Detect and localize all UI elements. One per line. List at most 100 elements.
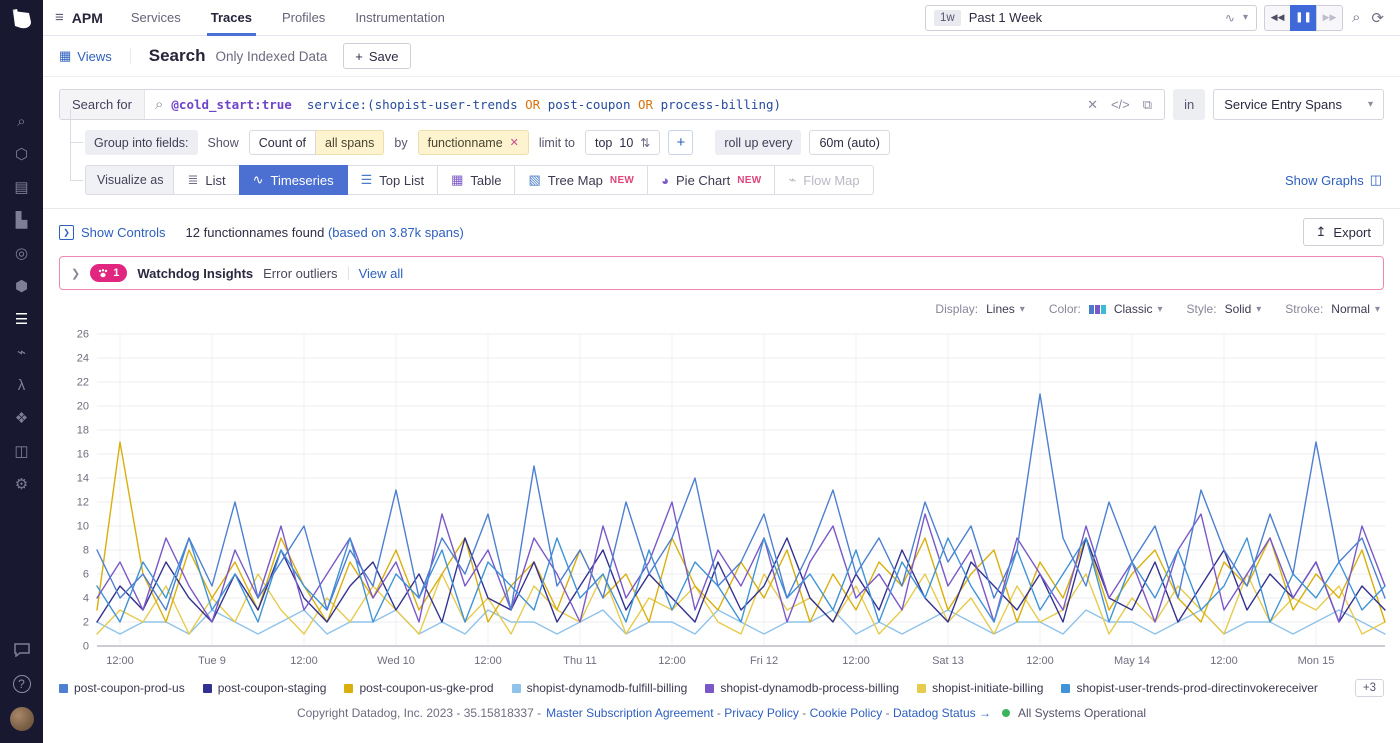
serverless-icon[interactable]: λ bbox=[9, 374, 35, 396]
footer-links: Master Subscription Agreement - Privacy … bbox=[546, 706, 991, 720]
svg-text:12:00: 12:00 bbox=[1210, 655, 1238, 667]
footer-link[interactable]: Master Subscription Agreement bbox=[546, 706, 713, 720]
tab-profiles[interactable]: Profiles bbox=[282, 0, 325, 36]
dashboards-icon[interactable]: ◫ bbox=[9, 440, 35, 462]
search-query-text[interactable]: @cold_start:true service:(shopist-user-t… bbox=[171, 97, 1087, 112]
show-graphs-toggle[interactable]: Show Graphs ◫ bbox=[1285, 172, 1382, 188]
svg-text:14: 14 bbox=[77, 473, 89, 485]
tab-services[interactable]: Services bbox=[131, 0, 181, 36]
watchdog-count-badge: 1 bbox=[90, 264, 127, 282]
metrics-icon[interactable]: ▙ bbox=[9, 209, 35, 231]
watchdog-insights-banner[interactable]: ❯ 1 Watchdog Insights Error outliers Vie… bbox=[59, 256, 1384, 290]
svg-text:May 14: May 14 bbox=[1114, 655, 1150, 667]
viz-option-timeseries[interactable]: ∿Timeseries bbox=[239, 165, 348, 195]
clear-icon[interactable]: ✕ bbox=[1087, 97, 1098, 113]
network-icon[interactable]: ⌁ bbox=[9, 341, 35, 363]
app-root: ⌕⬡▤▙◎⬢☰⌁λ❖◫⚙ ? ≡ APM ServicesTracesProfi… bbox=[0, 0, 1400, 743]
viz-option-label: Table bbox=[470, 173, 501, 188]
timeseries-chart[interactable]: 12:00Tue 912:00Wed 1012:00Thu 1112:00Fri… bbox=[43, 316, 1400, 677]
forward-button[interactable]: ▶▶ bbox=[1316, 5, 1343, 31]
show-controls-button[interactable]: ❯ Show Controls bbox=[59, 225, 166, 240]
chat-icon[interactable] bbox=[9, 639, 35, 661]
synthetics-icon[interactable]: ❖ bbox=[9, 407, 35, 429]
footer-link[interactable]: Datadog Status → bbox=[893, 706, 991, 720]
user-avatar[interactable] bbox=[10, 707, 34, 731]
viz-option-table[interactable]: ▦Table bbox=[437, 165, 515, 195]
integrations-icon[interactable]: ⚙ bbox=[9, 473, 35, 495]
legend-more-chip[interactable]: +3 bbox=[1355, 679, 1384, 697]
search-input[interactable]: Search for ⌕ @cold_start:true service:(s… bbox=[59, 89, 1165, 120]
playback-controls: ◀◀ ❚❚ ▶▶ bbox=[1264, 5, 1343, 31]
sort-icon[interactable]: ⇅ bbox=[640, 136, 650, 150]
search-icon[interactable]: ⌕ bbox=[9, 110, 35, 132]
facet-chip[interactable]: functionname ✕ bbox=[418, 130, 529, 155]
scope-select[interactable]: Service Entry Spans ▾ bbox=[1213, 89, 1384, 120]
refresh-icon[interactable]: ⟳ bbox=[1369, 9, 1386, 27]
time-range-picker[interactable]: 1w Past 1 Week ∿ ▾ bbox=[925, 5, 1257, 31]
viz-option-label: Tree Map bbox=[548, 173, 603, 188]
rollup-value-chip[interactable]: 60m (auto) bbox=[809, 130, 889, 155]
legend-item[interactable]: post-coupon-prod-us bbox=[59, 681, 185, 695]
legend-item[interactable]: shopist-dynamodb-fulfill-billing bbox=[512, 681, 688, 695]
save-button[interactable]: + Save bbox=[343, 43, 410, 69]
legend-item[interactable]: post-coupon-staging bbox=[203, 681, 327, 695]
svg-text:Sat 13: Sat 13 bbox=[932, 655, 964, 667]
svg-text:12: 12 bbox=[77, 497, 89, 509]
datadog-logo[interactable] bbox=[0, 0, 43, 40]
stroke-select[interactable]: Normal ▾ bbox=[1331, 302, 1380, 316]
display-select[interactable]: Lines ▾ bbox=[986, 302, 1025, 316]
legend-swatch bbox=[1061, 684, 1070, 693]
remove-facet-icon[interactable]: ✕ bbox=[510, 136, 519, 149]
viz-option-label: Top List bbox=[379, 173, 424, 188]
limit-control[interactable]: top 10 ⇅ bbox=[585, 130, 660, 155]
results-span-link[interactable]: (based on 3.87k spans) bbox=[328, 225, 464, 240]
chevron-right-icon[interactable]: ❯ bbox=[71, 267, 80, 280]
legend-item[interactable]: post-coupon-us-gke-prod bbox=[344, 681, 493, 695]
watchdog-icon[interactable]: ◎ bbox=[9, 242, 35, 264]
watchdog-view-all-link[interactable]: View all bbox=[359, 266, 404, 281]
add-query-button[interactable]: + bbox=[668, 130, 693, 155]
legend-item[interactable]: shopist-dynamodb-process-billing bbox=[705, 681, 899, 695]
legend-label: shopist-initiate-billing bbox=[932, 681, 1043, 695]
results-count: 12 functionnames found bbox=[186, 225, 328, 240]
rewind-button[interactable]: ◀◀ bbox=[1264, 5, 1291, 31]
security-icon[interactable]: ⬢ bbox=[9, 275, 35, 297]
logs-icon[interactable]: ▤ bbox=[9, 176, 35, 198]
topnav-controls: 1w Past 1 Week ∿ ▾ ◀◀ ❚❚ ▶▶ ⌕ ⟳ bbox=[925, 5, 1386, 31]
footer-link[interactable]: Privacy Policy bbox=[724, 706, 799, 720]
footer-link[interactable]: Cookie Policy bbox=[810, 706, 883, 720]
timeseries-svg[interactable]: 12:00Tue 912:00Wed 1012:00Thu 1112:00Fri… bbox=[51, 318, 1392, 674]
all-spans-chip[interactable]: all spans bbox=[316, 130, 384, 155]
color-select[interactable]: Classic ▾ bbox=[1089, 302, 1163, 316]
views-button[interactable]: ▦ Views bbox=[59, 48, 131, 64]
time-range-label: Past 1 Week bbox=[969, 10, 1217, 25]
legend-item[interactable]: shopist-user-trends-prod-directinvokerec… bbox=[1061, 681, 1317, 695]
pause-button[interactable]: ❚❚ bbox=[1290, 5, 1317, 31]
viz-option-top-list[interactable]: ☰ Top List bbox=[347, 165, 438, 195]
style-select[interactable]: Solid ▾ bbox=[1225, 302, 1262, 316]
help-icon[interactable]: ? bbox=[13, 675, 31, 693]
group-into-fields-chip[interactable]: Group into fields: bbox=[85, 130, 198, 155]
sidebar-bottom: ? bbox=[9, 639, 35, 743]
apm-icon[interactable]: ☰ bbox=[9, 308, 35, 330]
viz-option-flow-map[interactable]: ⌁Flow Map bbox=[774, 165, 873, 195]
svg-text:12:00: 12:00 bbox=[1026, 655, 1054, 667]
export-button[interactable]: ↥ Export bbox=[1303, 218, 1384, 246]
tab-traces[interactable]: Traces bbox=[211, 0, 252, 36]
copy-icon[interactable]: ⧉ bbox=[1143, 97, 1152, 113]
group-row: Group into fields: Show Count of all spa… bbox=[85, 130, 1384, 155]
footer: Copyright Datadog, Inc. 2023 - 35.158183… bbox=[43, 706, 1400, 720]
style-value: Solid bbox=[1225, 302, 1252, 316]
flowmap-icon: ⌁ bbox=[788, 172, 796, 188]
product-menu-icon[interactable]: ≡ bbox=[55, 9, 64, 26]
infrastructure-icon[interactable]: ⬡ bbox=[9, 143, 35, 165]
legend-item[interactable]: shopist-initiate-billing bbox=[917, 681, 1043, 695]
viz-option-tree-map[interactable]: ▧Tree MapNEW bbox=[514, 165, 648, 195]
viz-option-list[interactable]: ≣List bbox=[173, 165, 239, 195]
toplist-icon: ☰ bbox=[361, 172, 373, 188]
viz-option-pie-chart[interactable]: ◕Pie ChartNEW bbox=[647, 165, 775, 195]
count-of-chip[interactable]: Count of bbox=[249, 130, 316, 155]
zoom-out-icon[interactable]: ⌕ bbox=[1350, 9, 1362, 26]
tab-instrumentation[interactable]: Instrumentation bbox=[355, 0, 445, 36]
code-icon[interactable]: </> bbox=[1111, 97, 1130, 112]
